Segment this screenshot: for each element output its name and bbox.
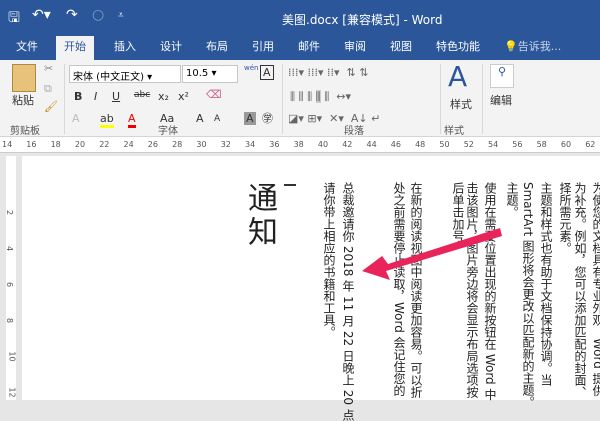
ruler-tick-label: 58 (536, 140, 547, 149)
ruler-tick-label: 42 (342, 140, 353, 149)
ruler-tick-label: 52 (463, 140, 474, 149)
char-shading-button[interactable]: A (244, 112, 256, 125)
ruler-tick-label: 48 (415, 140, 426, 149)
arrow-shape (362, 228, 502, 280)
bullets-icon[interactable]: ⁞⁞⁞▾ ⁞⁞⁞▾ ⁞⁞▾ ⇅ ⇅ (288, 66, 368, 79)
copy-icon[interactable]: ⧉ (44, 82, 52, 96)
ribbon: 粘贴 ✂ ⧉ 🖌 宋体 (中文正文) ▾ 10.5 ▾ wén A B I U … (0, 60, 600, 137)
tab-features[interactable]: 特色功能 (436, 38, 480, 54)
superscript-button[interactable]: x² (178, 90, 189, 103)
find-icon[interactable]: ⚲ (490, 64, 514, 88)
editing-button[interactable]: 编辑 (490, 92, 512, 108)
tab-file[interactable]: 文件 (16, 38, 38, 54)
italic-button[interactable]: I (94, 90, 97, 103)
ruler-tick-label: 26 (147, 140, 158, 149)
ruler-tick-label: 36 (269, 140, 280, 149)
group-paragraph: 段落 (344, 126, 364, 137)
horizontal-ruler[interactable]: 14 16 18 20 22 24 26 28 30 32 34 36 38 40 42 44 46 48 50 52… (0, 137, 600, 153)
vruler-tick-label: 12 (7, 387, 17, 398)
customize-qat-icon[interactable]: ⩡ (118, 10, 124, 21)
subscript-button[interactable]: x₂ (158, 90, 169, 103)
group-font: 字体 (158, 126, 178, 137)
ruler-tick-label: 62 (585, 140, 596, 149)
ruler-tick-label: 54 (488, 140, 499, 149)
vertical-ruler[interactable]: 2 4 6 8 10 12 (5, 156, 17, 400)
tab-mailings[interactable]: 邮件 (298, 38, 320, 54)
align-icons[interactable]: ⫼ ⫼ ⫼ ⫼ ⫼ ↔▾ (290, 90, 351, 104)
window-title: 美图.docx [兼容模式] - Word (282, 13, 443, 27)
font-color-button[interactable]: A (128, 112, 136, 128)
format-painter-icon[interactable]: 🖌 (44, 100, 58, 113)
ruler-tick-label: 50 (439, 140, 450, 149)
tab-layout[interactable]: 布局 (206, 38, 228, 54)
clear-format-icon[interactable]: ⌫ (206, 88, 222, 101)
font-size-select[interactable]: 10.5 ▾ (182, 65, 238, 83)
font-name-select[interactable]: 宋体 (中文正文) ▾ (69, 65, 181, 83)
highlight-button[interactable]: ab (100, 112, 114, 128)
ruler-tick-label: 60 (560, 140, 572, 149)
undo-icon[interactable]: ↶▾ (32, 7, 51, 23)
ruler-tick-label: 32 (220, 140, 231, 149)
ruler-tick-label: 14 (2, 140, 13, 149)
group-styles: 样式 (444, 126, 464, 137)
paste-icon[interactable] (12, 64, 36, 92)
ruler-tick-label: 24 (123, 140, 134, 149)
paste-button[interactable]: 粘贴 (12, 92, 34, 108)
ruler-tick-label: 30 (196, 140, 207, 149)
ruler-tick-label: 20 (74, 140, 86, 149)
vruler-tick-label: 10 (7, 351, 17, 362)
char-border-button[interactable]: A (260, 65, 274, 80)
text-effects-button[interactable]: A (72, 112, 80, 125)
ruler-tick-label: 46 (390, 140, 401, 149)
touch-mode-icon[interactable]: ○ (92, 7, 104, 23)
vruler-tick-label: 6 (5, 281, 15, 288)
strikethrough-button[interactable]: abc (134, 90, 150, 100)
tab-review[interactable]: 审阅 (344, 38, 366, 54)
tab-home[interactable]: 开始 (56, 36, 94, 60)
enclose-char-icon[interactable]: ㊫ (262, 110, 273, 126)
group-clipboard: 剪贴板 (10, 126, 40, 137)
ruler-tick-label: 28 (172, 140, 183, 149)
cut-icon[interactable]: ✂ (44, 62, 53, 75)
ruler-tick-label: 22 (99, 140, 110, 149)
tell-me-search[interactable]: 💡告诉我... (504, 38, 561, 54)
styles-button[interactable]: 样式 (450, 96, 472, 112)
ruler-tick-label: 38 (293, 140, 304, 149)
grow-font-button[interactable]: A (196, 112, 204, 125)
tab-view[interactable]: 视图 (390, 38, 412, 54)
document-page[interactable]: 通知 为使您的文档具有专业外观，Word 提供 为补充。例如，您可以添加匹配的封面… (22, 156, 600, 421)
ruler-tick-label: 44 (366, 140, 377, 149)
vruler-tick-label: 2 (5, 209, 15, 216)
lightbulb-icon: 💡 (504, 40, 518, 53)
ruler-tick-label: 34 (245, 140, 256, 149)
title-bar: 🖫 ↶▾ ↷ ○ ⩡ 美图.docx [兼容模式] - Word (0, 0, 600, 32)
underline-button[interactable]: U (112, 90, 120, 103)
vruler-tick-label: 8 (5, 317, 15, 324)
annotation-arrow (362, 228, 502, 280)
styles-icon[interactable]: A (448, 60, 467, 93)
tab-insert[interactable]: 插入 (114, 38, 136, 54)
ruler-tick-label: 18 (50, 140, 61, 149)
vruler-tick-label: 4 (5, 245, 15, 252)
ruler-tick-label: 56 (512, 140, 523, 149)
ruler-tick-label: 16 (26, 140, 37, 149)
phonetic-guide-button[interactable]: wén (244, 64, 258, 72)
redo-icon[interactable]: ↷ (66, 7, 78, 23)
ribbon-tabs: 文件 开始 插入 设计 布局 引用 邮件 审阅 视图 特色功能 💡告诉我... (0, 32, 600, 60)
save-icon[interactable]: 🖫 (8, 7, 20, 31)
shrink-font-button[interactable]: A (214, 114, 220, 124)
bold-button[interactable]: B (74, 90, 82, 103)
tab-references[interactable]: 引用 (252, 38, 274, 54)
tab-design[interactable]: 设计 (160, 38, 182, 54)
ruler-tick-label: 40 (317, 140, 329, 149)
shading-borders-icons[interactable]: ◪▾ ⊞▾ ✕▾ A↓ ↵ (288, 112, 380, 125)
